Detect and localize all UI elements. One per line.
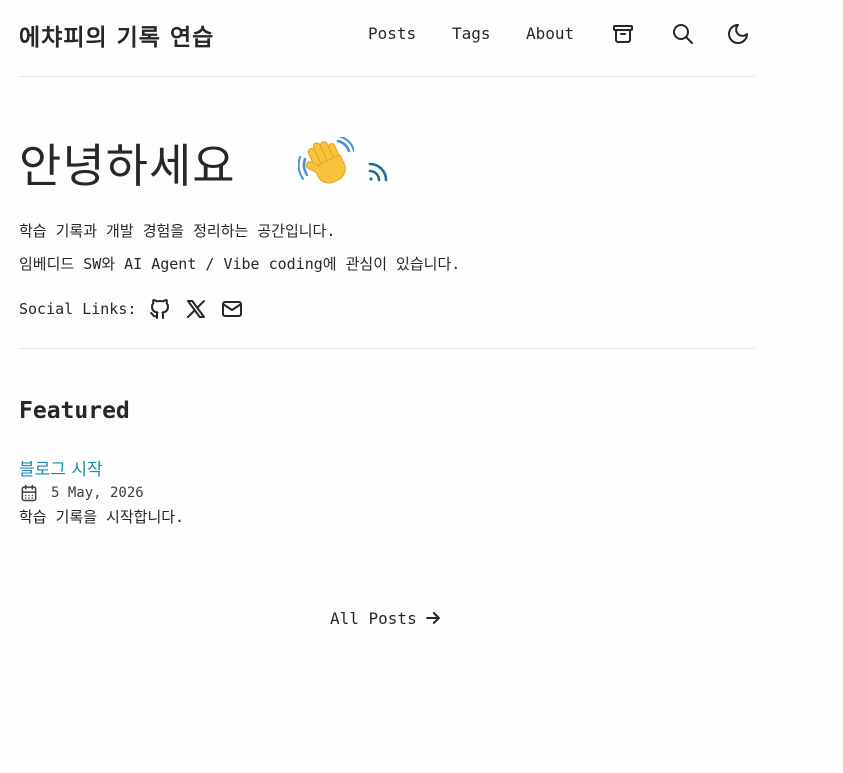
social-links: Social Links: — [19, 296, 256, 322]
waving-hand-icon — [297, 136, 355, 189]
social-links-label: Social Links: — [19, 300, 137, 318]
all-posts-link[interactable]: All Posts — [330, 608, 443, 628]
featured-heading: Featured — [19, 398, 130, 424]
calendar-icon — [19, 483, 39, 503]
nav-about-link[interactable]: About — [526, 24, 574, 43]
featured-post-meta: 5 May, 2026 — [19, 483, 144, 503]
site-title[interactable]: 에챠피의 기록 연습 — [19, 18, 214, 52]
featured-post-date: 5 May, 2026 — [51, 485, 144, 501]
hero-title: 안녕하세요 — [19, 139, 236, 193]
arrow-right-icon — [423, 608, 443, 628]
search-icon[interactable] — [671, 22, 695, 46]
intro-text-line-2: 임베디드 SW와 AI Agent / Vibe coding에 관심이 있습니… — [19, 255, 461, 273]
all-posts-label: All Posts — [330, 608, 417, 628]
featured-post-description: 학습 기록을 시작합니다. — [19, 508, 185, 526]
nav-tags-link[interactable]: Tags — [452, 24, 491, 43]
x-icon[interactable] — [184, 297, 208, 321]
featured-post-title-link[interactable]: 블로그 시작 — [19, 455, 103, 480]
archive-icon[interactable] — [611, 22, 635, 46]
section-divider — [19, 348, 755, 349]
intro-text-line-1: 학습 기록과 개발 경험을 정리하는 공간입니다. — [19, 222, 336, 240]
mail-icon[interactable] — [220, 297, 244, 321]
site-header: 에챠피의 기록 연습 Posts Tags About — [19, 0, 755, 77]
page: 에챠피의 기록 연습 Posts Tags About 안녕하세요 학습 기록과… — [0, 0, 843, 773]
nav-posts-link[interactable]: Posts — [368, 24, 416, 43]
moon-icon[interactable] — [726, 22, 750, 46]
rss-icon[interactable] — [366, 160, 390, 184]
github-icon[interactable] — [148, 297, 172, 321]
